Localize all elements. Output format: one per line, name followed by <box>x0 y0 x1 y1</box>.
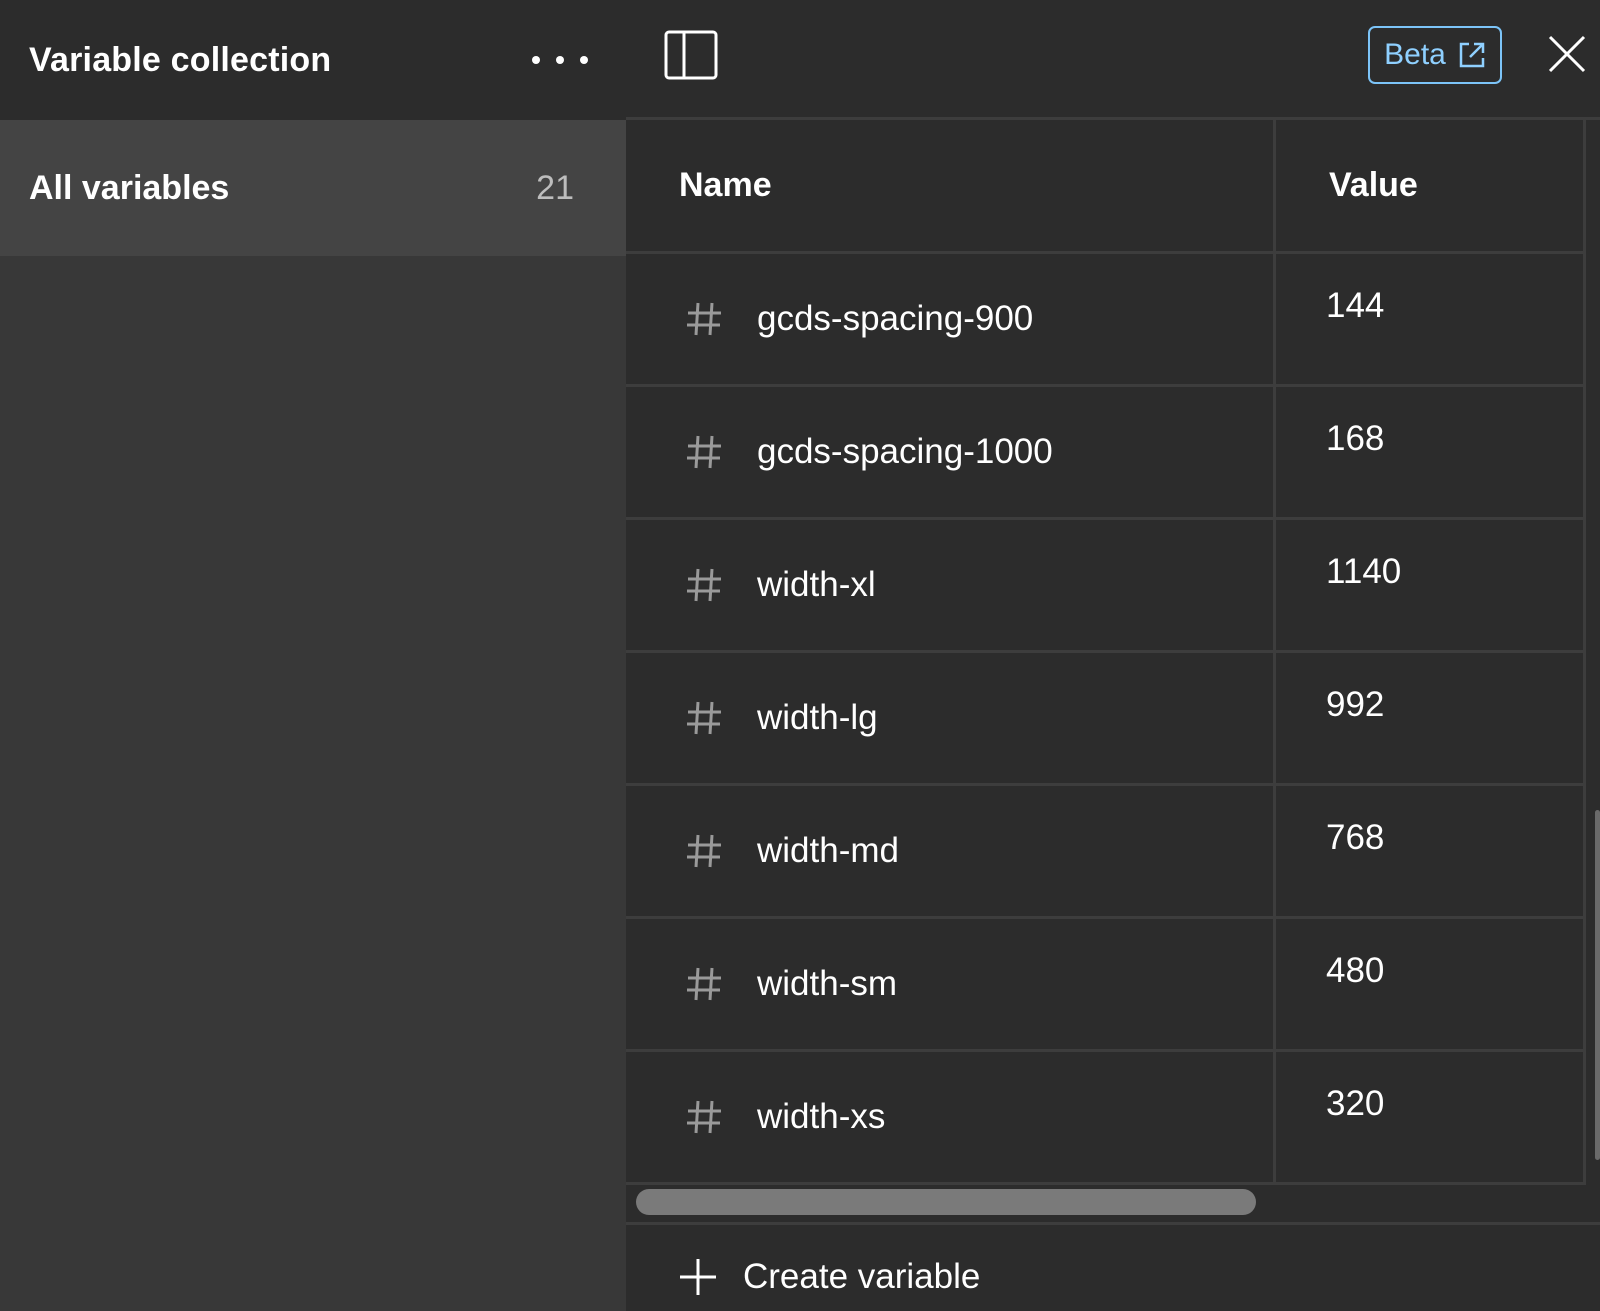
variable-name: width-lg <box>757 698 878 737</box>
number-hash-icon <box>687 1100 721 1134</box>
cell-name[interactable]: width-xl <box>626 520 1276 650</box>
variable-value[interactable]: 768 <box>1276 786 1586 916</box>
create-variable-label: Create variable <box>743 1257 981 1296</box>
footer: Create variable <box>626 1222 1600 1311</box>
variable-value[interactable]: 168 <box>1276 387 1586 517</box>
table-row[interactable]: width-xl 1140 <box>626 520 1586 653</box>
column-header-value[interactable]: Value <box>1276 120 1586 251</box>
table-row[interactable]: width-sm 480 <box>626 919 1586 1052</box>
sidebar-item-count: 21 <box>536 168 574 207</box>
sidebar-panel-icon <box>664 30 718 80</box>
more-horizontal-icon <box>532 56 540 64</box>
close-button[interactable] <box>1546 33 1588 75</box>
topbar: Beta <box>626 0 1600 120</box>
table-header: Name Value <box>626 120 1586 254</box>
more-horizontal-icon-dot <box>580 56 588 64</box>
table-body: gcds-spacing-900 144 gcds-spacing-1000 168 w… <box>626 254 1586 1185</box>
cell-name[interactable]: width-md <box>626 786 1276 916</box>
number-hash-icon <box>687 967 721 1001</box>
main-content: Beta Name Value gcds-spacing-900 144 gcds- <box>626 0 1600 1311</box>
column-header-name[interactable]: Name <box>626 120 1276 251</box>
variable-name: width-sm <box>757 964 898 1003</box>
sidebar-item-label: All variables <box>29 168 230 207</box>
variables-table: Name Value gcds-spacing-900 144 gcds-spaci… <box>626 120 1586 1185</box>
cell-name[interactable]: gcds-spacing-1000 <box>626 387 1276 517</box>
number-hash-icon <box>687 435 721 469</box>
variable-value[interactable]: 480 <box>1276 919 1586 1049</box>
toggle-sidebar-button[interactable] <box>664 30 718 80</box>
horizontal-scrollbar[interactable] <box>636 1189 1256 1215</box>
beta-button[interactable]: Beta <box>1368 26 1502 84</box>
external-link-icon <box>1459 42 1485 68</box>
more-horizontal-icon-dot <box>556 56 564 64</box>
variable-name: gcds-spacing-900 <box>757 299 1034 338</box>
beta-label: Beta <box>1384 38 1446 71</box>
sidebar-item-all-variables[interactable]: All variables 21 <box>0 120 626 256</box>
table-row[interactable]: width-md 768 <box>626 786 1586 919</box>
cell-name[interactable]: width-sm <box>626 919 1276 1049</box>
table-row[interactable]: width-xs 320 <box>626 1052 1586 1185</box>
variable-name: width-xl <box>757 565 876 604</box>
variable-value[interactable]: 1140 <box>1276 520 1586 650</box>
collection-title: Variable collection <box>29 40 332 79</box>
number-hash-icon <box>687 302 721 336</box>
variable-name: width-md <box>757 831 899 870</box>
sidebar: Variable collection All variables 21 <box>0 0 626 1311</box>
more-options-button[interactable] <box>532 40 588 80</box>
number-hash-icon <box>687 568 721 602</box>
cell-name[interactable]: width-xs <box>626 1052 1276 1182</box>
vertical-scrollbar[interactable] <box>1595 810 1600 1160</box>
cell-name[interactable]: gcds-spacing-900 <box>626 254 1276 384</box>
variable-value[interactable]: 144 <box>1276 254 1586 384</box>
plus-icon <box>680 1259 716 1295</box>
close-icon <box>1548 35 1586 73</box>
cell-name[interactable]: width-lg <box>626 653 1276 783</box>
variable-name: gcds-spacing-1000 <box>757 432 1053 471</box>
horizontal-scrollbar-track <box>626 1180 1600 1222</box>
table-row[interactable]: width-lg 992 <box>626 653 1586 786</box>
variable-name: width-xs <box>757 1097 886 1136</box>
table-row[interactable]: gcds-spacing-1000 168 <box>626 387 1586 520</box>
sidebar-header: Variable collection <box>0 0 626 120</box>
variables-panel: Variable collection All variables 21 Bet… <box>0 0 1600 1311</box>
number-hash-icon <box>687 834 721 868</box>
variable-value[interactable]: 992 <box>1276 653 1586 783</box>
variable-value[interactable]: 320 <box>1276 1052 1586 1182</box>
number-hash-icon <box>687 701 721 735</box>
table-row[interactable]: gcds-spacing-900 144 <box>626 254 1586 387</box>
create-variable-button[interactable]: Create variable <box>679 1257 980 1297</box>
